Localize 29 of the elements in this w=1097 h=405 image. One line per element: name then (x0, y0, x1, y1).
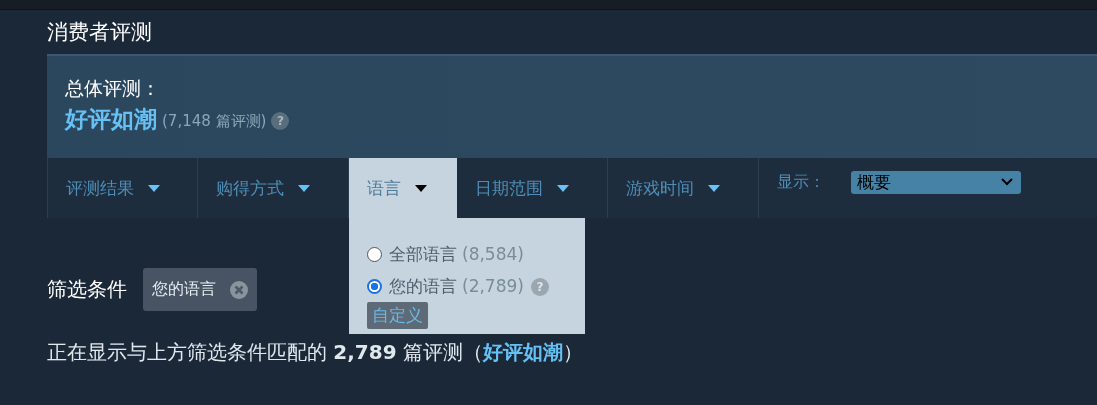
option-count: (2,789) (462, 276, 524, 296)
rating-link[interactable]: 好评如潮 (483, 340, 563, 364)
filter-summary: 正在显示与上方筛选条件匹配的 2,789 篇评测（好评如潮） (47, 339, 584, 366)
radio-button[interactable] (367, 278, 382, 294)
rating-label[interactable]: 好评如潮 (65, 104, 157, 135)
caret-icon (148, 184, 160, 192)
caret-icon (708, 184, 720, 192)
section-title: 消费者评测 (47, 19, 153, 46)
custom-button[interactable]: 自定义 (367, 302, 428, 329)
caret-icon (298, 184, 310, 192)
option-count: (8,584) (462, 244, 524, 264)
option-label[interactable]: 全部语言 (389, 242, 457, 266)
option-label[interactable]: 您的语言 (389, 274, 457, 298)
chip-label: 您的语言 (152, 279, 216, 300)
filter-tab[interactable]: 评测结果 (47, 158, 198, 218)
radio-button[interactable] (367, 246, 382, 262)
filter-tab[interactable]: 游戏时间 (608, 158, 759, 218)
filters-label: 筛选条件 (47, 276, 127, 303)
review-count: (7,148 篇评测) (162, 112, 267, 131)
caret-icon (415, 184, 427, 192)
filter-tab[interactable]: 语言 (349, 158, 457, 218)
overall-label: 总体评测： (65, 76, 161, 101)
display-label: 显示： (777, 171, 825, 193)
help-icon[interactable]: ? (271, 111, 290, 130)
filter-chip[interactable]: 您的语言 (143, 268, 257, 311)
remove-icon[interactable] (230, 280, 248, 299)
caret-icon (557, 184, 569, 192)
chevron-icon (1001, 178, 1013, 186)
display-select[interactable]: 概要 (851, 170, 1021, 194)
